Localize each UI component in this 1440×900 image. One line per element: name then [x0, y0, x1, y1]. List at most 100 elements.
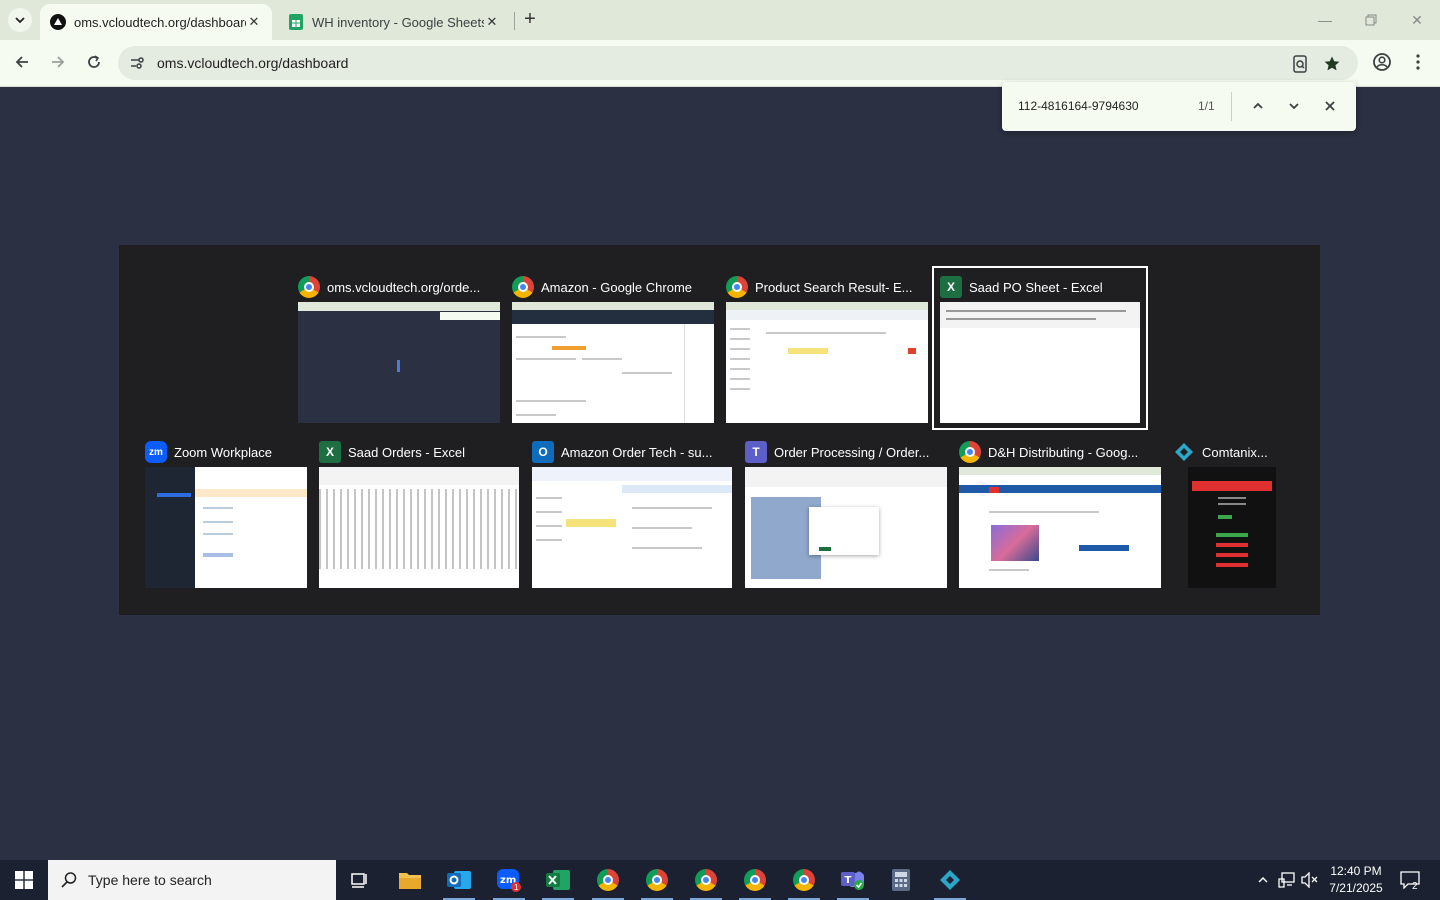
window-thumbnail [532, 467, 732, 588]
calculator-icon [892, 869, 910, 891]
window-switcher: oms.vcloudtech.org/orde... Amazon - Goog… [119, 245, 1320, 615]
window-title: oms.vcloudtech.org/orde... [327, 279, 481, 295]
restore-button[interactable] [1348, 6, 1394, 34]
close-tab-icon[interactable]: ✕ [246, 14, 262, 30]
new-tab-button[interactable]: + [518, 8, 542, 32]
arrow-right-icon [52, 56, 65, 68]
excel-icon: X [940, 276, 962, 298]
zoom-notification-badge: 1 [514, 883, 519, 892]
comtanix-icon [940, 870, 960, 890]
vercel-triangle-icon [50, 14, 66, 30]
clock-time: 12:40 PM [1330, 864, 1382, 878]
switcher-window-dh-distributing[interactable]: D&H Distributing - Goog... [959, 437, 1161, 588]
close-window-button[interactable]: ✕ [1394, 6, 1440, 34]
window-thumbnail [726, 302, 928, 423]
taskbar-excel[interactable] [534, 860, 582, 900]
window-title: Comtanix... [1202, 444, 1268, 460]
menu-button[interactable] [1404, 48, 1432, 76]
reload-icon [88, 55, 100, 68]
taskbar-outlook[interactable] [435, 860, 483, 900]
notification-count: 2 [1412, 881, 1418, 892]
search-icon [61, 872, 77, 888]
page-search-icon[interactable] [1288, 52, 1312, 76]
minimize-button[interactable]: — [1302, 6, 1348, 34]
window-title: Order Processing / Order... [774, 444, 930, 460]
teams-icon: T [841, 871, 864, 890]
volume-muted-icon[interactable] [1299, 860, 1321, 900]
arrow-left-icon [15, 56, 28, 68]
switcher-window-order-processing[interactable]: T Order Processing / Order... [745, 437, 947, 588]
taskbar-teams[interactable]: T [829, 860, 877, 900]
restore-icon [1365, 14, 1377, 26]
taskbar-comtanix[interactable] [926, 860, 974, 900]
taskbar-chrome-4[interactable] [731, 860, 779, 900]
taskbar-chrome-5[interactable] [780, 860, 828, 900]
find-input[interactable]: 112-4816164-9794630 [1018, 99, 1139, 113]
tab-title: WH inventory - Google Sheets [312, 14, 484, 30]
browser-toolbar: oms.vcloudtech.org/dashboard [0, 40, 1440, 87]
bookmark-star-icon[interactable] [1320, 52, 1344, 76]
chrome-icon [726, 276, 748, 298]
taskbar-chrome-2[interactable] [633, 860, 681, 900]
switcher-window-zoom[interactable]: zm Zoom Workplace [145, 437, 307, 588]
tab-oms-dashboard[interactable]: oms.vcloudtech.org/dashboard ✕ [40, 4, 272, 40]
taskbar-chrome-3[interactable] [682, 860, 730, 900]
window-thumbnail [319, 467, 519, 588]
window-thumbnail [959, 467, 1161, 588]
taskbar-chrome-1[interactable] [584, 860, 632, 900]
tab-search-button[interactable] [8, 8, 32, 32]
notification-center-button[interactable]: 2 [1396, 860, 1424, 900]
chrome-icon [793, 869, 815, 891]
chevron-up-icon [1253, 102, 1263, 109]
teams-icon: T [745, 441, 767, 463]
network-icon[interactable] [1276, 860, 1298, 900]
switcher-window-product-search[interactable]: Product Search Result- E... [726, 272, 928, 423]
start-button[interactable] [0, 860, 48, 900]
taskbar-search-box[interactable]: Type here to search [48, 860, 336, 900]
find-close-button[interactable] [1318, 94, 1342, 118]
find-previous-button[interactable] [1246, 94, 1270, 118]
task-view-button[interactable] [336, 860, 384, 900]
find-match-count: 1/1 [1198, 99, 1215, 113]
window-thumbnail [298, 302, 500, 423]
profile-icon [1373, 53, 1391, 71]
switcher-window-saad-orders[interactable]: X Saad Orders - Excel [319, 437, 519, 588]
window-thumbnail [512, 302, 714, 423]
switcher-window-oms[interactable]: oms.vcloudtech.org/orde... [298, 272, 500, 423]
excel-icon [546, 870, 570, 890]
google-sheets-icon [288, 14, 304, 30]
switcher-window-saad-po-sheet[interactable]: X Saad PO Sheet - Excel [932, 266, 1148, 430]
switcher-window-amazon[interactable]: Amazon - Google Chrome [512, 272, 714, 423]
taskbar-calculator[interactable] [877, 860, 925, 900]
chrome-icon [744, 869, 766, 891]
forward-button[interactable] [44, 48, 72, 76]
taskbar-file-explorer[interactable] [386, 860, 434, 900]
reload-button[interactable] [80, 48, 108, 76]
kebab-menu-icon [1416, 54, 1420, 70]
switcher-window-comtanix[interactable]: Comtanix... [1173, 437, 1277, 588]
task-view-icon [351, 873, 367, 888]
close-icon [1325, 101, 1335, 111]
window-title: Product Search Result- E... [755, 279, 913, 295]
windows-logo-icon [15, 871, 33, 889]
close-tab-icon[interactable]: ✕ [484, 14, 500, 30]
site-settings-icon[interactable] [126, 52, 148, 74]
outlook-icon [447, 871, 471, 889]
tab-wh-inventory[interactable]: WH inventory - Google Sheets ✕ [278, 4, 510, 40]
url-text: oms.vcloudtech.org/dashboard [157, 55, 349, 71]
windows-taskbar: Type here to search zm 1 T 12:40 PM 7/21… [0, 860, 1440, 900]
find-next-button[interactable] [1282, 94, 1306, 118]
taskbar-clock[interactable]: 12:40 PM 7/21/2025 [1322, 863, 1390, 897]
find-in-page-bar: 112-4816164-9794630 1/1 [1002, 82, 1356, 131]
chrome-icon [597, 869, 619, 891]
window-title: Amazon - Google Chrome [541, 279, 693, 295]
switcher-window-amazon-order-tech[interactable]: O Amazon Order Tech - su... [532, 437, 732, 588]
chrome-icon [959, 441, 981, 463]
back-button[interactable] [8, 48, 36, 76]
show-hidden-icons-button[interactable] [1252, 860, 1274, 900]
profile-button[interactable] [1368, 48, 1396, 76]
address-bar[interactable]: oms.vcloudtech.org/dashboard [118, 46, 1358, 80]
taskbar-zoom[interactable]: zm 1 [485, 860, 533, 900]
chrome-icon [298, 276, 320, 298]
chevron-up-icon [1258, 876, 1268, 883]
